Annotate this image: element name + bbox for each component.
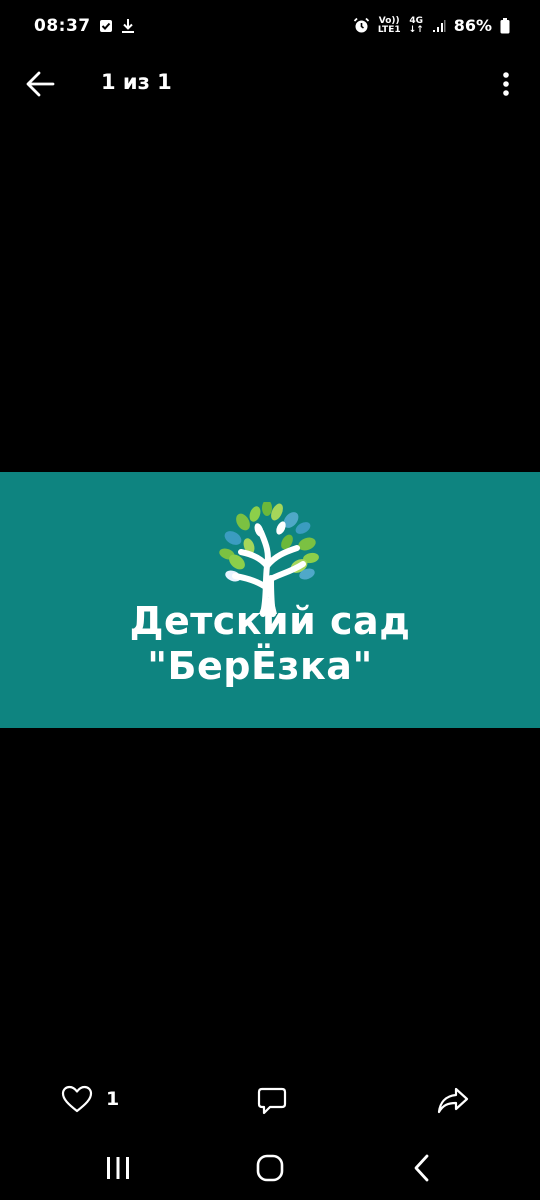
banner-title-line1: Детский сад (129, 599, 411, 643)
comment-button[interactable] (256, 1086, 288, 1116)
comment-icon (256, 1086, 288, 1116)
share-icon (436, 1086, 470, 1116)
shield-check-icon (99, 19, 113, 33)
alarm-icon (353, 17, 370, 34)
recents-button[interactable] (104, 1154, 132, 1182)
volte-icon: Vo)) LTE1 (377, 16, 401, 35)
download-icon (121, 18, 135, 34)
more-options-button[interactable] (494, 66, 518, 102)
home-icon (255, 1154, 285, 1182)
system-navigation-bar (0, 1140, 540, 1196)
signal-icon (432, 19, 446, 33)
banner-title-line2: "БерЁзка" (147, 644, 373, 688)
recents-icon (104, 1154, 132, 1182)
status-left: 08:37 (34, 16, 135, 36)
network-icon: 4G ↓↑ (408, 16, 424, 35)
back-button[interactable] (22, 66, 58, 102)
back-arrow-icon (22, 66, 58, 102)
action-bar: 1 (0, 1078, 540, 1124)
volte-bottom: LTE1 (377, 24, 401, 35)
status-right: Vo)) LTE1 4G ↓↑ 86% (353, 16, 510, 35)
heart-icon (60, 1084, 94, 1114)
network-bottom: ↓↑ (408, 24, 424, 35)
home-button[interactable] (255, 1154, 285, 1182)
status-time: 08:37 (34, 16, 91, 36)
share-button[interactable] (436, 1086, 470, 1116)
system-back-button[interactable] (408, 1153, 436, 1183)
like-count: 1 (106, 1088, 120, 1110)
battery-percent: 86% (453, 16, 492, 35)
top-app-bar: 1 из 1 (0, 58, 540, 110)
nav-back-icon (408, 1153, 436, 1183)
image-counter: 1 из 1 (101, 70, 172, 94)
more-vert-icon (494, 66, 518, 102)
like-button[interactable]: 1 (60, 1084, 119, 1114)
status-bar: 08:37 Vo)) LTE1 4G ↓↑ 86% (0, 0, 540, 56)
battery-icon (500, 17, 510, 34)
image-viewer[interactable]: Детский сад "БерЁзка" (0, 472, 540, 728)
